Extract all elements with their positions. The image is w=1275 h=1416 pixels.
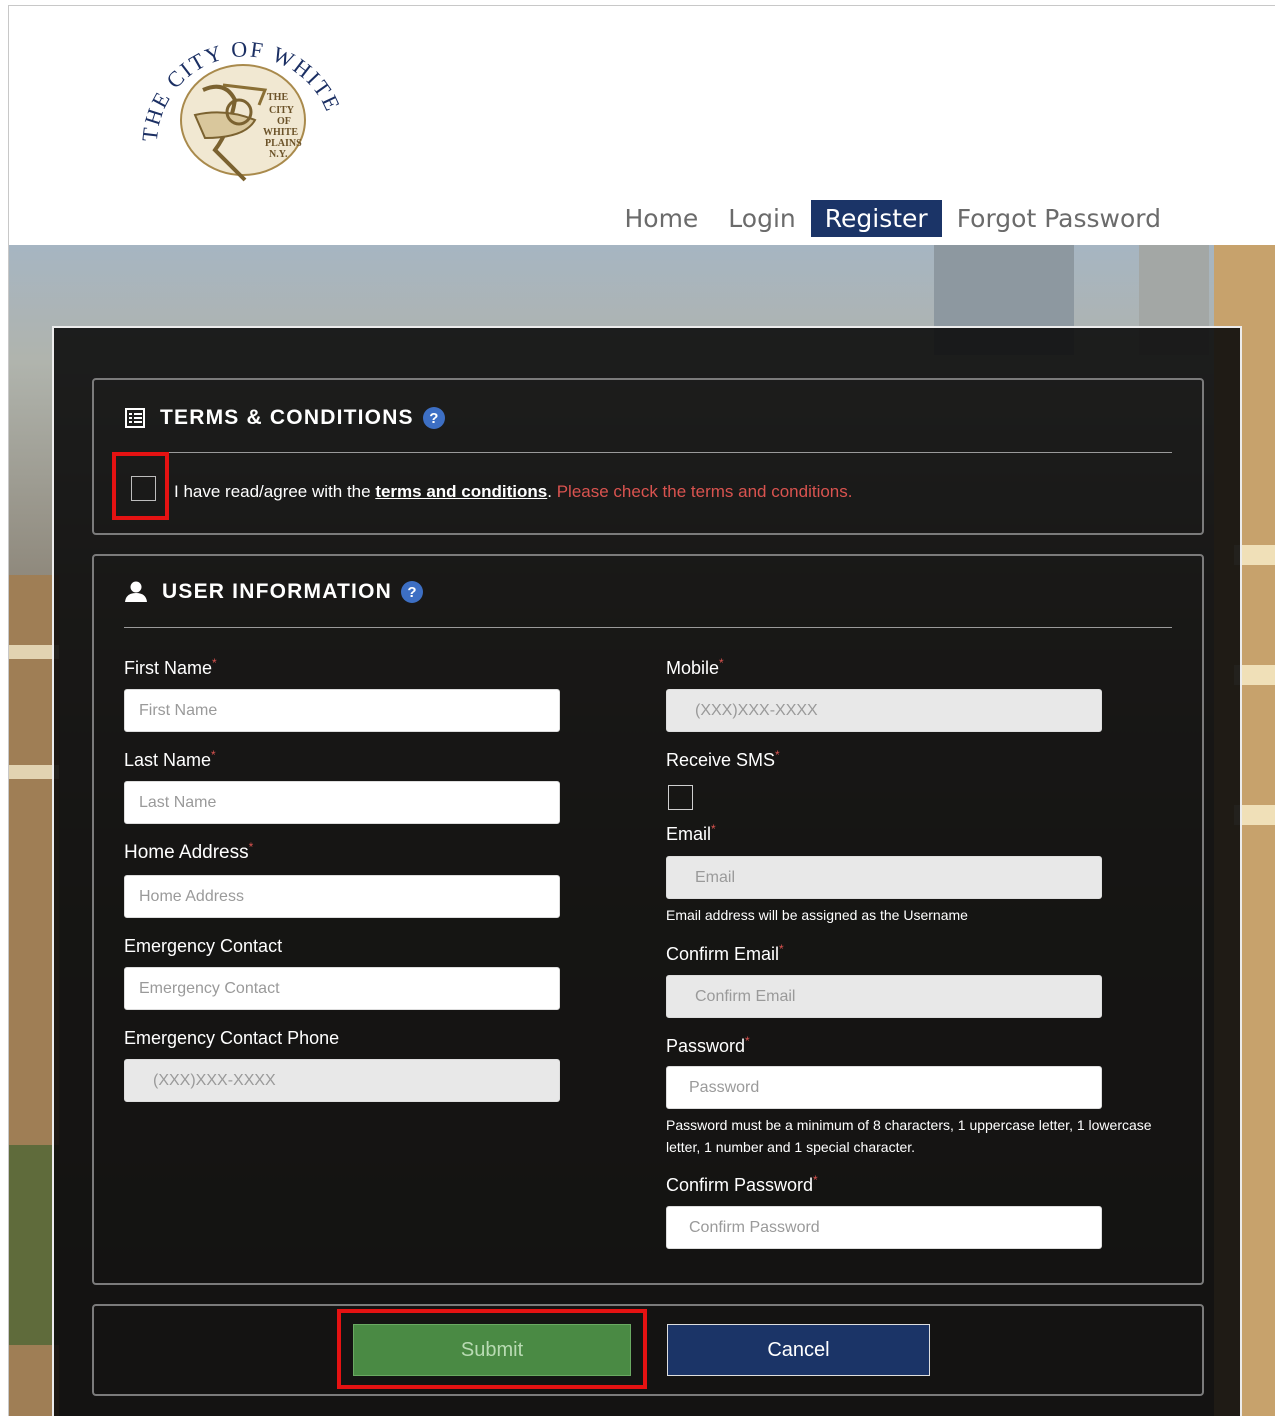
required-mark: * (711, 822, 716, 836)
divider (124, 627, 1172, 628)
nav-login-link[interactable]: Login (713, 200, 810, 237)
seal-line: THE (267, 92, 288, 103)
city-background-image: TERMS & CONDITIONS ? I have read/agree w… (9, 245, 1275, 1416)
terms-title: TERMS & CONDITIONS (160, 406, 414, 429)
last-name-label: Last Name* (124, 748, 216, 770)
receive-sms-checkbox[interactable] (668, 785, 693, 810)
user-info-heading: USER INFORMATION ? (124, 580, 423, 604)
terms-agree-checkbox[interactable] (131, 476, 156, 501)
nav-forgot-password-link[interactable]: Forgot Password (942, 200, 1176, 237)
required-mark: * (745, 1034, 750, 1048)
terms-checkbox-highlight (112, 452, 169, 520)
seal-line: N.Y. (269, 149, 288, 160)
required-mark: * (212, 656, 217, 670)
user-info-section: USER INFORMATION ? First Name* Last Name… (92, 554, 1204, 1285)
seal-line: CITY (269, 105, 295, 116)
list-icon (124, 407, 146, 429)
email-hint: Email address will be assigned as the Us… (666, 907, 968, 923)
password-label: Password* (666, 1034, 750, 1056)
receive-sms-label: Receive SMS* (666, 748, 780, 770)
user-info-title: USER INFORMATION (162, 580, 392, 603)
email-input[interactable] (666, 856, 1102, 899)
terms-link[interactable]: terms and conditions (375, 482, 547, 501)
seal-line: WHITE (263, 127, 298, 138)
last-name-input[interactable] (124, 781, 560, 824)
mobile-input[interactable] (666, 689, 1102, 732)
divider (124, 452, 1172, 453)
confirm-password-input[interactable] (666, 1206, 1102, 1249)
password-hint: Password must be a minimum of 8 characte… (666, 1117, 1152, 1155)
terms-agree-prefix: I have read/agree with the (174, 482, 371, 501)
registration-panel: TERMS & CONDITIONS ? I have read/agree w… (52, 326, 1242, 1416)
site-header: THE CITY OF WHITE PLAINS THE CITY OF WHI… (9, 6, 1275, 245)
emergency-phone-label: Emergency Contact Phone (124, 1028, 340, 1048)
help-icon[interactable]: ? (422, 407, 445, 429)
form-actions: Submit Cancel (92, 1304, 1204, 1396)
first-name-label: First Name* (124, 656, 217, 678)
mobile-label: Mobile* (666, 656, 724, 678)
password-input[interactable] (666, 1066, 1102, 1109)
first-name-input[interactable] (124, 689, 560, 732)
terms-heading: TERMS & CONDITIONS ? (124, 406, 445, 430)
main-nav: Home Login Register Forgot Password (609, 200, 1176, 237)
required-mark: * (719, 656, 724, 670)
seal-line: OF (277, 116, 291, 127)
required-mark: * (813, 1173, 818, 1187)
terms-agree-suffix: . (547, 482, 552, 501)
home-address-label: Home Address* (124, 840, 254, 863)
email-label: Email* (666, 822, 716, 844)
cancel-button[interactable]: Cancel (667, 1324, 930, 1376)
nav-home-link[interactable]: Home (609, 200, 713, 237)
confirm-email-input[interactable] (666, 975, 1102, 1018)
terms-section: TERMS & CONDITIONS ? I have read/agree w… (92, 378, 1204, 535)
required-mark: * (211, 748, 216, 762)
nav-register-link[interactable]: Register (810, 200, 942, 237)
confirm-email-label: Confirm Email* (666, 942, 784, 964)
help-icon[interactable]: ? (400, 581, 423, 603)
emergency-contact-input[interactable] (124, 967, 560, 1010)
browser-frame: THE CITY OF WHITE PLAINS THE CITY OF WHI… (8, 5, 1275, 1416)
confirm-password-label: Confirm Password* (666, 1173, 818, 1195)
city-seal-logo[interactable]: THE CITY OF WHITE PLAINS THE CITY OF WHI… (135, 20, 351, 196)
required-mark: * (248, 840, 254, 854)
submit-button[interactable]: Submit (353, 1324, 631, 1376)
required-mark: * (775, 748, 780, 762)
user-icon (124, 581, 148, 603)
emergency-phone-input[interactable] (124, 1059, 560, 1102)
seal-line: PLAINS (265, 138, 302, 149)
terms-agree-text: I have read/agree with the terms and con… (174, 482, 852, 502)
emergency-contact-label: Emergency Contact (124, 936, 283, 956)
terms-error-message: Please check the terms and conditions. (556, 482, 853, 501)
home-address-input[interactable] (124, 875, 560, 918)
required-mark: * (779, 942, 784, 956)
